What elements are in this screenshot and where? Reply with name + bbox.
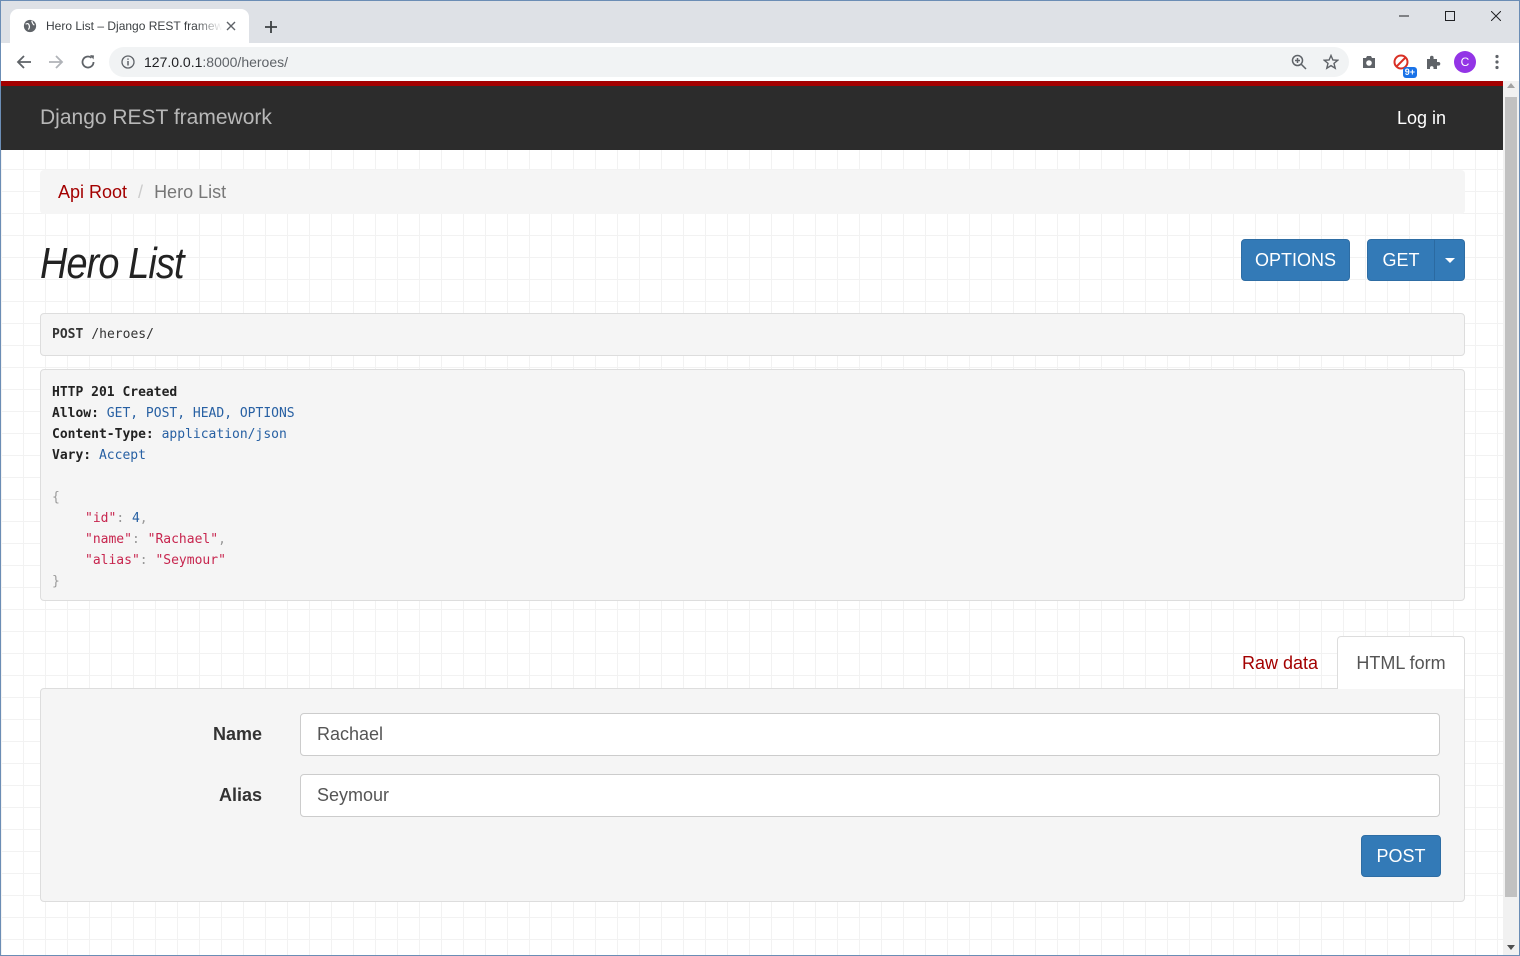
window-controls bbox=[1381, 1, 1519, 31]
request-path: /heroes/ bbox=[91, 327, 154, 342]
page-title: Hero List bbox=[40, 239, 185, 288]
header-value: application/json bbox=[161, 427, 287, 442]
bookmark-star-icon[interactable] bbox=[1319, 50, 1343, 74]
breadcrumb-separator: / bbox=[138, 181, 144, 202]
json-comma: , bbox=[139, 511, 148, 526]
avatar-initial: C bbox=[1454, 51, 1476, 73]
breadcrumb-current: Hero List bbox=[154, 181, 227, 202]
json-value: 4 bbox=[131, 511, 140, 526]
caret-down-icon bbox=[1444, 257, 1455, 263]
header-name: Allow: bbox=[52, 406, 99, 421]
response-status: HTTP 201 Created bbox=[52, 385, 178, 400]
request-method: POST bbox=[52, 327, 84, 342]
tab-html-form[interactable]: HTML form bbox=[1337, 636, 1465, 689]
json-key: "alias" bbox=[85, 553, 140, 568]
json-comma: , bbox=[218, 532, 226, 547]
puzzle-extensions-icon[interactable] bbox=[1421, 50, 1445, 74]
browser-tab[interactable]: Hero List – Django REST framework bbox=[10, 9, 249, 43]
address-bar[interactable]: 127.0.0.1:8000/heroes/ bbox=[109, 47, 1349, 77]
browser-window: Hero List – Django REST framework 127.0.… bbox=[0, 0, 1520, 956]
header-value: Accept bbox=[98, 448, 146, 463]
alias-input[interactable]: Seymour bbox=[300, 774, 1440, 817]
camera-icon[interactable] bbox=[1357, 50, 1381, 74]
json-key: "id" bbox=[85, 511, 117, 526]
forward-arrow-icon[interactable] bbox=[44, 50, 68, 74]
extension-badge-icon[interactable]: 9+ bbox=[1389, 50, 1417, 78]
close-tab-icon[interactable] bbox=[223, 18, 239, 34]
post-submit-button[interactable]: POST bbox=[1361, 835, 1441, 877]
page-viewport: Django REST framework Log in Api Root / … bbox=[1, 81, 1503, 955]
json-field-id: "id": 4, bbox=[85, 511, 148, 526]
response-header-allow: Allow: GET, POST, HEAD, OPTIONS bbox=[52, 403, 1453, 424]
json-field-name: "name": "Rachael", bbox=[85, 532, 226, 547]
get-button[interactable]: GET bbox=[1367, 239, 1435, 281]
more-menu-icon[interactable] bbox=[1485, 50, 1509, 74]
scroll-up-arrow-icon[interactable] bbox=[1507, 83, 1515, 88]
options-button[interactable]: OPTIONS bbox=[1241, 239, 1350, 281]
html-form-panel: Name Rachael Alias Seymour POST bbox=[40, 688, 1465, 902]
top-navbar: Django REST framework Log in bbox=[1, 81, 1503, 150]
get-format-dropdown-button[interactable] bbox=[1434, 239, 1465, 281]
extension-badge: 9+ bbox=[1402, 67, 1417, 78]
json-open-brace: { bbox=[52, 490, 60, 505]
json-value: "Seymour" bbox=[155, 553, 226, 568]
response-info: HTTP 201 Created Allow: GET, POST, HEAD,… bbox=[40, 369, 1465, 601]
reload-icon[interactable] bbox=[76, 50, 100, 74]
profile-avatar[interactable]: C bbox=[1453, 50, 1477, 74]
back-arrow-icon[interactable] bbox=[12, 50, 36, 74]
tab-strip: Hero List – Django REST framework bbox=[1, 1, 1519, 43]
name-input[interactable]: Rachael bbox=[300, 713, 1440, 756]
maximize-icon[interactable] bbox=[1427, 1, 1473, 31]
header-value: GET, POST, HEAD, OPTIONS bbox=[106, 406, 295, 421]
close-window-icon[interactable] bbox=[1473, 1, 1519, 31]
new-tab-icon[interactable] bbox=[259, 15, 283, 39]
zoom-icon[interactable] bbox=[1287, 50, 1311, 74]
header-name: Vary: bbox=[52, 448, 92, 463]
response-header-content-type: Content-Type: application/json bbox=[52, 424, 1453, 445]
scrollbar-thumb[interactable] bbox=[1505, 97, 1517, 897]
url-text[interactable]: 127.0.0.1:8000/heroes/ bbox=[144, 54, 288, 70]
breadcrumb: Api Root / Hero List bbox=[40, 170, 1465, 214]
header-name: Content-Type: bbox=[52, 427, 154, 442]
url-host: 127.0.0.1 bbox=[144, 54, 203, 70]
breadcrumb-api-root[interactable]: Api Root bbox=[58, 182, 127, 203]
json-key: "name" bbox=[85, 532, 132, 547]
scroll-down-arrow-icon[interactable] bbox=[1507, 945, 1515, 950]
vertical-scrollbar[interactable] bbox=[1503, 81, 1519, 955]
minimize-icon[interactable] bbox=[1381, 1, 1427, 31]
json-close-brace: } bbox=[52, 574, 60, 589]
url-path: :8000/heroes/ bbox=[202, 54, 289, 70]
brand-link[interactable]: Django REST framework bbox=[40, 106, 272, 130]
json-value: "Rachael" bbox=[147, 532, 219, 547]
login-link[interactable]: Log in bbox=[1397, 108, 1446, 129]
request-info: POST /heroes/ bbox=[40, 313, 1465, 356]
tab-raw-data[interactable]: Raw data bbox=[1222, 637, 1338, 689]
name-label: Name bbox=[212, 724, 262, 744]
response-header-vary: Vary: Accept bbox=[52, 445, 1453, 466]
site-info-icon[interactable] bbox=[120, 54, 136, 70]
alias-label: Alias bbox=[218, 785, 262, 805]
tab-title: Hero List – Django REST framework bbox=[46, 19, 222, 33]
browser-toolbar: 127.0.0.1:8000/heroes/ 9+ C bbox=[1, 43, 1519, 81]
json-field-alias: "alias": "Seymour" bbox=[85, 553, 226, 568]
globe-icon bbox=[22, 18, 38, 34]
